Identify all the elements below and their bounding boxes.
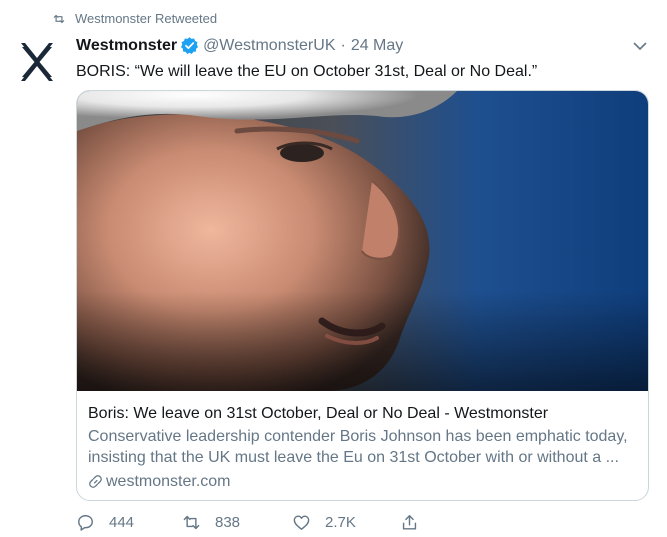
retweet-icon bbox=[183, 515, 200, 530]
verified-badge-icon bbox=[181, 37, 199, 54]
retweet-button[interactable]: 838 bbox=[182, 513, 240, 532]
like-button[interactable]: 2.7K bbox=[292, 513, 356, 532]
reply-button[interactable]: 444 bbox=[76, 513, 134, 532]
retweet-icon bbox=[53, 14, 65, 23]
card-domain: westmonster.com bbox=[106, 473, 231, 490]
tweet-text: BORIS: “We will leave the EU on October … bbox=[76, 63, 538, 80]
share-icon bbox=[402, 515, 417, 530]
retweet-context-text: Westmonster Retweeted bbox=[75, 11, 218, 26]
tweet[interactable]: Westmonster Retweeted Westmonster @Westm… bbox=[0, 0, 667, 537]
link-icon bbox=[89, 475, 102, 488]
chevron-down-icon[interactable] bbox=[632, 38, 648, 54]
avatar[interactable] bbox=[18, 41, 56, 83]
retweet-count: 838 bbox=[215, 514, 241, 531]
card-image[interactable] bbox=[77, 91, 648, 391]
reply-icon bbox=[78, 515, 93, 531]
author-handle[interactable]: @WestmonsterUK bbox=[203, 37, 335, 55]
reply-count: 444 bbox=[109, 514, 135, 531]
card-link[interactable]: westmonster.com bbox=[88, 471, 637, 492]
heart-icon bbox=[293, 515, 310, 530]
header-separator: · bbox=[340, 36, 346, 54]
share-button[interactable] bbox=[400, 513, 433, 532]
link-card[interactable]: Boris: We leave on 31st October, Deal or… bbox=[76, 90, 649, 501]
card-title: Boris: We leave on 31st October, Deal or… bbox=[88, 405, 549, 422]
card-description: Conservative leadership contender Boris … bbox=[88, 428, 628, 466]
author-display-name[interactable]: Westmonster bbox=[76, 37, 177, 55]
like-count: 2.7K bbox=[325, 514, 356, 531]
tweet-header: Westmonster @WestmonsterUK · 24 May bbox=[76, 36, 403, 55]
card-body: Boris: We leave on 31st October, Deal or… bbox=[77, 391, 648, 492]
tweet-actions: 444 838 2.7K bbox=[76, 513, 649, 537]
tweet-date[interactable]: 24 May bbox=[351, 37, 403, 55]
retweet-context[interactable]: Westmonster Retweeted bbox=[52, 11, 217, 26]
